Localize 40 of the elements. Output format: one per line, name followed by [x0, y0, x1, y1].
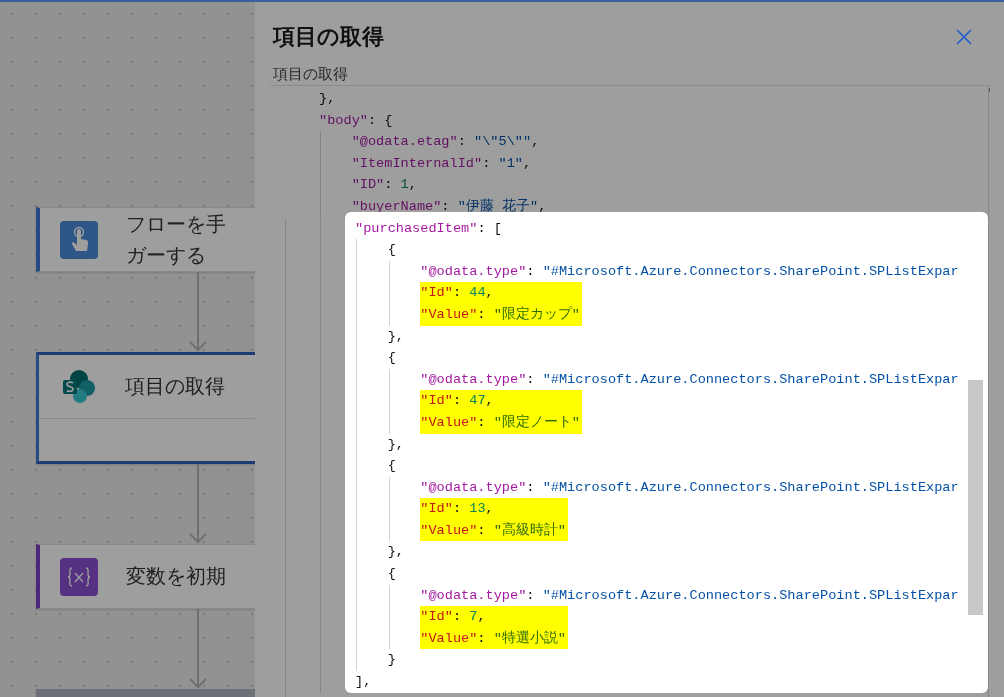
panel-title: 項目の取得	[273, 23, 384, 51]
code-line: "Id": 47,	[420, 392, 495, 411]
code-line: "Value": "限定カップ"	[420, 305, 580, 324]
braces-icon	[60, 557, 98, 596]
flow-step-card[interactable]: 項目の取得	[36, 352, 255, 464]
code-line: "Id": 13,	[420, 500, 495, 519]
code-line: "@odata.type": "#Microsoft.Azure.Connectors.SharePoint.SPListExpar	[420, 478, 960, 497]
flow-step-card[interactable]: フローを手 ガーする	[36, 207, 255, 272]
code-line: ],	[355, 673, 373, 692]
step-title: 変数を初期	[126, 563, 226, 590]
code-line: "Value": "高級時計"	[420, 521, 566, 540]
step-title: 項目の取得	[125, 373, 225, 400]
code-line: "@odata.etag": "\"5\"",	[351, 133, 541, 152]
code-line: "body": {	[319, 111, 394, 130]
flow-step-card[interactable]: 変数を初期	[36, 544, 255, 609]
code-line: "@odata.type": "#Microsoft.Azure.Connectors.SharePoint.SPListExpar	[420, 586, 960, 605]
scrollbar-thumb[interactable]	[968, 379, 983, 615]
code-line: },	[387, 435, 405, 454]
code-line: "purchasedItem": [	[355, 219, 503, 238]
panel-subtitle: 項目の取得	[273, 64, 348, 85]
code-line: "Id": 7,	[420, 608, 487, 627]
code-line: },	[319, 90, 337, 108]
code-line: "@odata.type": "#Microsoft.Azure.Connectors.SharePoint.SPListExpar	[420, 370, 960, 389]
step-title: ガーする	[126, 241, 207, 269]
code-line: "Id": 44,	[420, 284, 495, 303]
step-title: フローを手	[126, 210, 226, 238]
code-line: "ItemInternalId": "1",	[351, 154, 533, 173]
code-line: "ID": 1,	[351, 176, 418, 195]
code-line: "@odata.type": "#Microsoft.Azure.Connectors.SharePoint.SPListExpar	[420, 262, 960, 281]
code-line: {	[387, 241, 397, 260]
code-line: },	[387, 543, 405, 562]
code-line: }	[387, 651, 397, 670]
code-line: {	[387, 457, 397, 476]
code-line: {	[387, 349, 397, 368]
code-line: "Value": "限定ノート"	[420, 413, 580, 432]
code-line: "Value": "特選小説"	[420, 629, 566, 648]
code-line: "buyerName": "伊藤 花子",	[351, 197, 548, 216]
code-line: {	[387, 565, 397, 584]
hand-pointer-icon	[60, 220, 98, 259]
code-line: },	[387, 327, 405, 346]
